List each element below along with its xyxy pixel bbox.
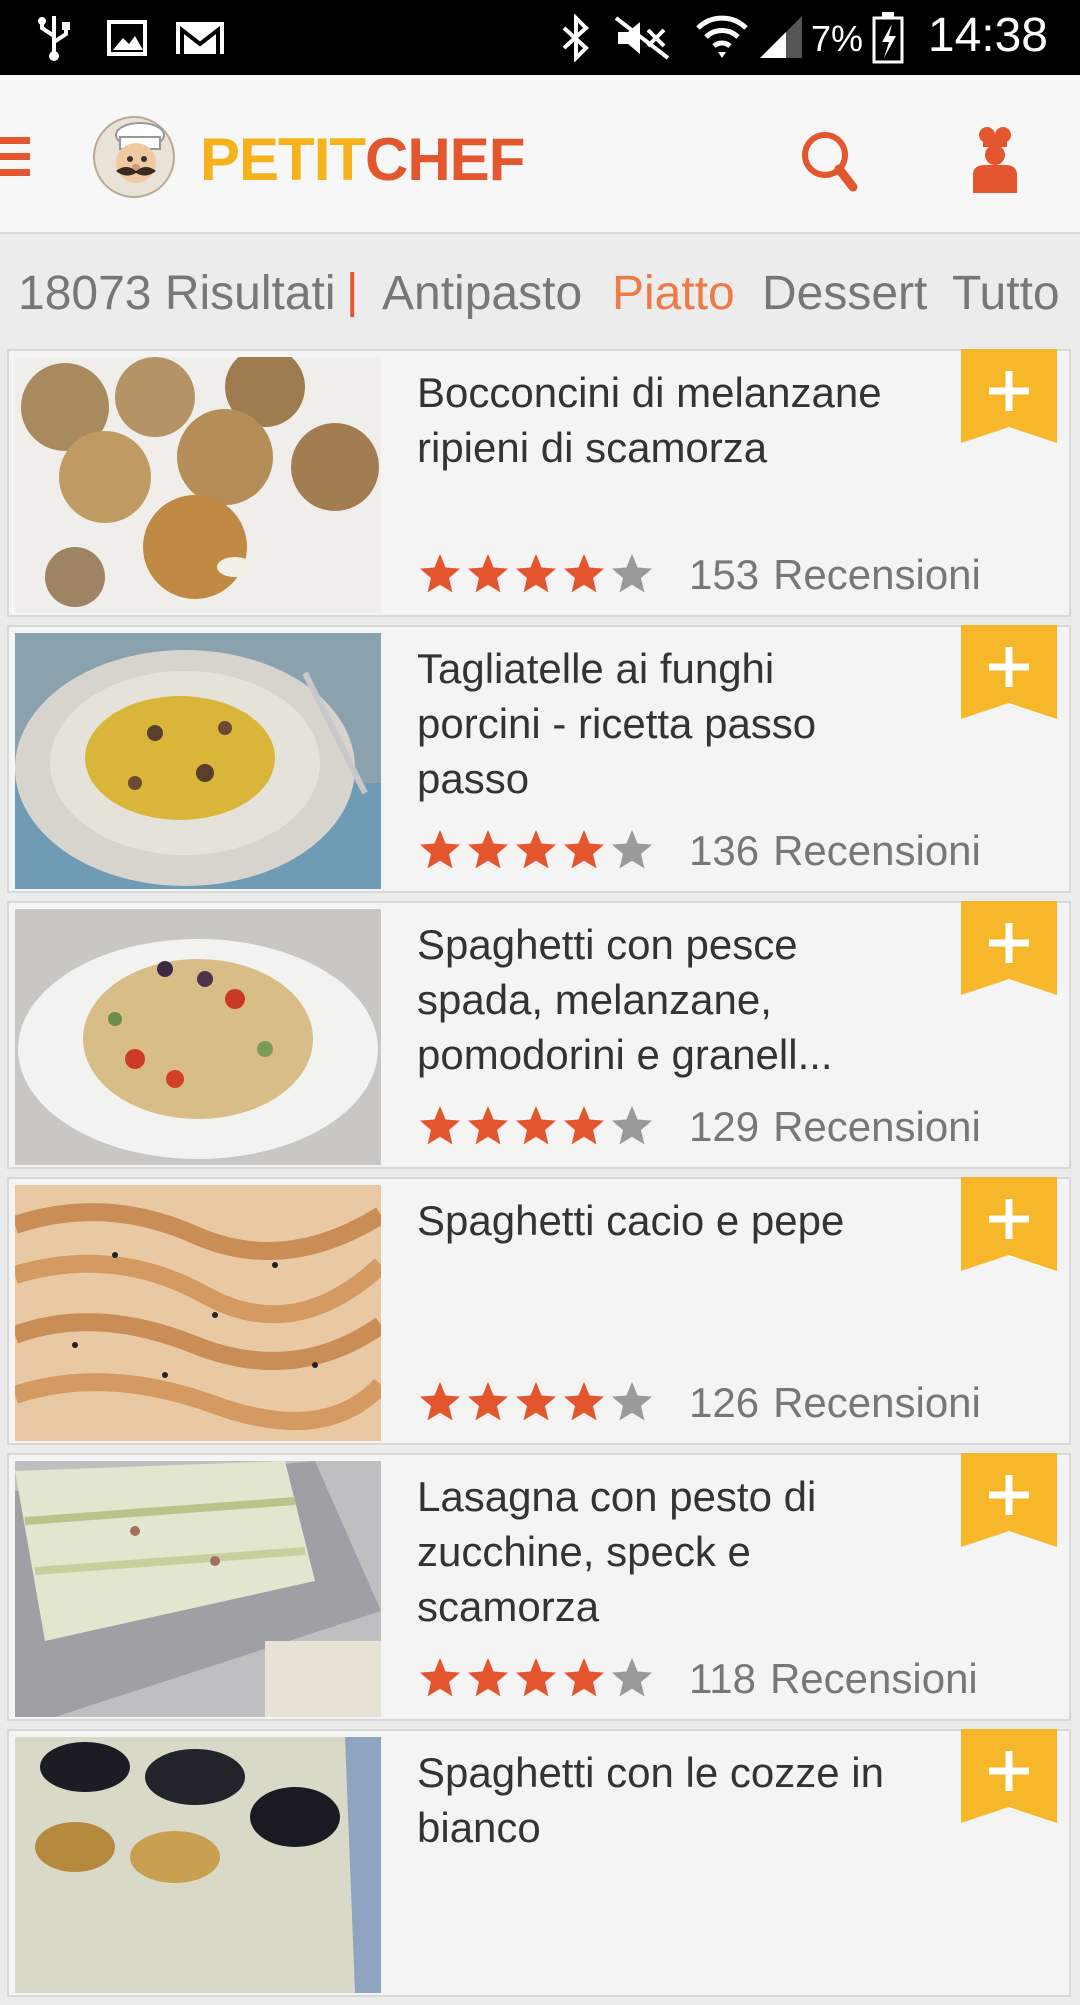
recipe-title: Tagliatelle ai funghi porcini - ricetta … [417,645,817,802]
review-number: 126 [689,1379,760,1426]
star-rating [417,1103,657,1151]
star-filled-icon [563,1381,605,1421]
star-empty-icon [611,829,653,869]
star-filled-icon [563,829,605,869]
star-filled-icon [419,553,461,593]
recipe-title: Spaghetti con le cozze in bianco [417,1749,884,1851]
usb-icon [38,16,70,61]
star-filled-icon [467,1105,509,1145]
battery-percent: 7% [811,18,864,59]
add-bookmark-icon[interactable] [961,901,1057,995]
tab-tutto[interactable]: Tutto [952,266,1060,321]
recipe-card[interactable]: Bocconcini di melanzane ripieni di scamo… [7,349,1071,617]
star-empty-icon [611,1657,653,1697]
star-filled-icon [467,1657,509,1697]
chef-profile-icon[interactable] [965,123,1025,195]
chef-logo-icon [93,116,175,198]
star-empty-icon [611,1105,653,1145]
review-count: 118 Recensioni [689,1655,978,1703]
star-filled-icon [563,1105,605,1145]
image-icon [107,20,147,56]
star-filled-icon [419,829,461,869]
add-bookmark-icon[interactable] [961,1729,1057,1823]
recipe-title: Spaghetti con pesce spada, melanzane, po… [417,921,833,1078]
review-count: 153 Recensioni [689,551,981,599]
gmail-icon [176,22,224,54]
review-number: 136 [689,827,760,874]
add-bookmark-icon[interactable] [961,1453,1057,1547]
app-bar: PETITCHEF [0,75,1080,234]
star-rating [417,827,657,875]
wifi-icon [696,15,748,58]
filter-separator: | [346,265,359,318]
recipe-list: Bocconcini di melanzane ripieni di scamo… [7,349,1073,2005]
review-label: Recensioni [769,1655,978,1702]
review-number: 129 [689,1103,760,1150]
signal-icon [760,16,802,58]
add-bookmark-icon[interactable] [961,349,1057,443]
tab-piatto[interactable]: Piatto [612,266,735,321]
star-rating [417,1379,657,1427]
bluetooth-icon [562,14,589,62]
add-bookmark-icon[interactable] [961,625,1057,719]
status-bar: 7% 14:38 [0,0,1080,75]
recipe-title: Bocconcini di melanzane ripieni di scamo… [417,369,882,471]
app-logo: PETITCHEF [200,125,525,194]
review-label: Recensioni [773,1103,981,1150]
recipe-card[interactable]: Lasagna con pesto di zucchine, speck e s… [7,1453,1071,1721]
recipe-photo [15,1737,381,1993]
filter-bar: 18073 Risultati | Antipasto Piatto Desse… [0,234,1080,344]
review-number: 153 [689,551,760,598]
review-count: 136 Recensioni [689,827,981,875]
recipe-photo [15,633,381,889]
review-count: 126 Recensioni [689,1379,981,1427]
star-filled-icon [419,1105,461,1145]
review-label: Recensioni [773,1379,981,1426]
star-filled-icon [515,553,557,593]
recipe-photo [15,1185,381,1441]
recipe-card[interactable]: Spaghetti cacio e pepe 126 Recensioni [7,1177,1071,1445]
recipe-card[interactable]: Spaghetti con pesce spada, melanzane, po… [7,901,1071,1169]
star-filled-icon [515,1381,557,1421]
recipe-card[interactable]: Tagliatelle ai funghi porcini - ricetta … [7,625,1071,893]
star-filled-icon [419,1657,461,1697]
logo-petit: PETIT [200,126,366,193]
tab-antipasto[interactable]: Antipasto [382,266,582,321]
tab-dessert[interactable]: Dessert [762,266,927,321]
star-filled-icon [563,1657,605,1697]
add-bookmark-icon[interactable] [961,1177,1057,1271]
star-rating [417,551,657,599]
mute-icon [614,16,670,60]
recipe-photo [15,357,381,613]
recipe-title: Spaghetti cacio e pepe [417,1197,845,1244]
recipe-photo [15,1461,381,1717]
star-filled-icon [419,1381,461,1421]
star-empty-icon [611,1381,653,1421]
menu-icon[interactable] [0,137,30,177]
logo-chef: CHEF [365,126,525,193]
star-filled-icon [515,829,557,869]
star-filled-icon [563,553,605,593]
search-icon[interactable] [795,125,865,195]
review-number: 118 [689,1655,756,1702]
star-filled-icon [515,1105,557,1145]
recipe-photo [15,909,381,1165]
star-filled-icon [467,829,509,869]
star-empty-icon [611,553,653,593]
review-label: Recensioni [773,827,981,874]
battery-icon [872,12,904,64]
recipe-card[interactable]: Spaghetti con le cozze in bianco [7,1729,1071,1997]
star-rating [417,1655,657,1703]
clock: 14:38 [927,9,1048,62]
star-filled-icon [515,1657,557,1697]
star-filled-icon [467,553,509,593]
review-count: 129 Recensioni [689,1103,981,1151]
results-count: 18073 Risultati [18,267,336,320]
recipe-title: Lasagna con pesto di zucchine, speck e s… [417,1473,817,1630]
review-label: Recensioni [773,551,981,598]
star-filled-icon [467,1381,509,1421]
